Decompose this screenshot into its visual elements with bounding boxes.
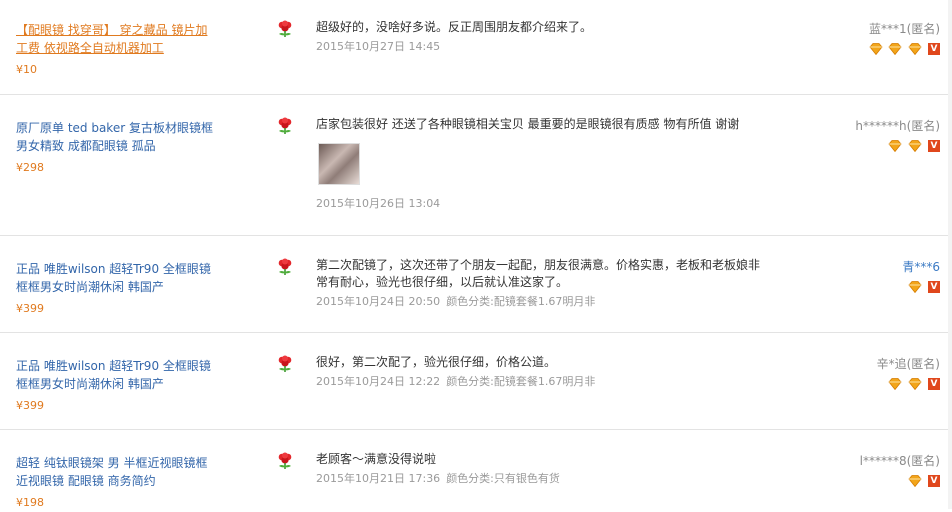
reviewer-name[interactable]: 青***6	[902, 258, 940, 275]
v-badge-icon: V	[928, 378, 940, 390]
review-meta: 2015年10月26日 13:04	[316, 195, 776, 212]
review-row: 【配眼镜 找穿哥】 穿之藏品 镜片加工费 依视路全自动机器加工 ¥10 超级好的…	[0, 0, 952, 95]
product-price: ¥298	[16, 161, 44, 174]
product-title-link[interactable]: 原厂原单 ted baker 复古板材眼镜框男女精致 成都配眼镜 孤品	[16, 121, 213, 153]
reviewer: 青***6 V	[902, 258, 940, 295]
v-badge-icon: V	[928, 281, 940, 293]
review-date: 2015年10月24日 12:22	[316, 375, 441, 388]
review-row: 超轻 纯钛眼镜架 男 半框近视眼镜框近视眼镜 配眼镜 商务简约 ¥198 老顾客…	[0, 430, 952, 509]
review-body: 老顾客～满意没得说啦 2015年10月21日 17:36 颜色分类:只有银色有货	[316, 451, 776, 487]
review-text: 店家包装很好 还送了各种眼镜相关宝贝 最重要的是眼镜很有质感 物有所值 谢谢	[316, 117, 740, 131]
product-info: 正品 唯胜wilson 超轻Tr90 全框眼镜框框男女时尚潮休闲 韩国产 ¥39…	[16, 260, 216, 318]
diamond-gem-icon	[908, 140, 922, 152]
product-price: ¥399	[16, 302, 44, 315]
diamond-gem-icon	[908, 378, 922, 390]
reviewer-badges: V	[860, 475, 940, 489]
reviewer: l******8(匿名) V	[860, 452, 940, 489]
reviewer: 蓝***1(匿名) V	[867, 20, 940, 57]
product-price: ¥198	[16, 496, 44, 509]
review-row: 正品 唯胜wilson 超轻Tr90 全框眼镜框框男女时尚潮休闲 韩国产 ¥39…	[0, 333, 952, 430]
review-photo-thumbnail[interactable]	[318, 143, 360, 185]
diamond-gem-icon	[888, 43, 902, 55]
product-title-link[interactable]: 正品 唯胜wilson 超轻Tr90 全框眼镜框框男女时尚潮休闲 韩国产	[16, 262, 211, 294]
red-flower-icon	[278, 355, 292, 372]
diamond-gem-icon	[888, 140, 902, 152]
reviewer-badges: V	[855, 140, 940, 154]
red-flower-icon	[278, 452, 292, 469]
reviewer-badges: V	[867, 43, 940, 57]
review-row: 正品 唯胜wilson 超轻Tr90 全框眼镜框框男女时尚潮休闲 韩国产 ¥39…	[0, 236, 952, 333]
product-price: ¥10	[16, 63, 37, 76]
reviewer-name[interactable]: 蓝***1(匿名)	[867, 20, 940, 37]
review-meta: 2015年10月24日 12:22 颜色分类:配镜套餐1.67明月非	[316, 373, 776, 390]
product-info: 原厂原单 ted baker 复古板材眼镜框男女精致 成都配眼镜 孤品 ¥298	[16, 119, 216, 177]
reviewer-badges: V	[877, 378, 940, 392]
review-date: 2015年10月24日 20:50	[316, 295, 441, 308]
review-body: 第二次配镜了，这次还带了个朋友一起配，朋友很满意。价格实惠，老板和老板娘非常有耐…	[316, 257, 766, 310]
review-sku: 颜色分类:只有银色有货	[446, 472, 560, 485]
diamond-gem-icon	[908, 281, 922, 293]
review-text: 超级好的，没啥好多说。反正周围朋友都介绍来了。	[316, 20, 593, 34]
product-price: ¥399	[16, 399, 44, 412]
v-badge-icon: V	[928, 43, 940, 55]
red-flower-icon	[278, 258, 292, 275]
reviewer-name[interactable]: 辛*追(匿名)	[877, 355, 940, 372]
reviewer-name[interactable]: h******h(匿名)	[855, 117, 940, 134]
reviewer-name[interactable]: l******8(匿名)	[860, 452, 940, 469]
review-date: 2015年10月27日 14:45	[316, 40, 441, 53]
review-date: 2015年10月21日 17:36	[316, 472, 441, 485]
product-title-link[interactable]: 【配眼镜 找穿哥】 穿之藏品 镜片加工费 依视路全自动机器加工	[16, 23, 207, 55]
reviewer: 辛*追(匿名) V	[877, 355, 940, 392]
scrollbar[interactable]	[948, 0, 952, 509]
red-flower-icon	[278, 117, 292, 134]
red-flower-icon	[278, 20, 292, 37]
review-meta: 2015年10月21日 17:36 颜色分类:只有银色有货	[316, 470, 776, 487]
review-sku: 颜色分类:配镜套餐1.67明月非	[446, 295, 596, 308]
reviewer-badges: V	[902, 281, 940, 295]
reviewer: h******h(匿名) V	[855, 117, 940, 154]
v-badge-icon: V	[928, 475, 940, 487]
review-row: 原厂原单 ted baker 复古板材眼镜框男女精致 成都配眼镜 孤品 ¥298…	[0, 95, 952, 236]
review-list: 【配眼镜 找穿哥】 穿之藏品 镜片加工费 依视路全自动机器加工 ¥10 超级好的…	[0, 0, 952, 509]
review-meta: 2015年10月27日 14:45	[316, 38, 776, 55]
diamond-gem-icon	[908, 43, 922, 55]
review-sku: 颜色分类:配镜套餐1.67明月非	[446, 375, 596, 388]
review-body: 店家包装很好 还送了各种眼镜相关宝贝 最重要的是眼镜很有质感 物有所值 谢谢 2…	[316, 116, 776, 212]
diamond-gem-icon	[908, 475, 922, 487]
product-title-link[interactable]: 超轻 纯钛眼镜架 男 半框近视眼镜框近视眼镜 配眼镜 商务简约	[16, 456, 207, 488]
review-body: 很好，第二次配了，验光很仔细，价格公道。 2015年10月24日 12:22 颜色…	[316, 354, 776, 390]
product-info: 超轻 纯钛眼镜架 男 半框近视眼镜框近视眼镜 配眼镜 商务简约 ¥198	[16, 454, 216, 512]
diamond-gem-icon	[868, 43, 883, 55]
product-info: 正品 唯胜wilson 超轻Tr90 全框眼镜框框男女时尚潮休闲 韩国产 ¥39…	[16, 357, 216, 415]
review-text: 第二次配镜了，这次还带了个朋友一起配，朋友很满意。价格实惠，老板和老板娘非常有耐…	[316, 258, 761, 289]
product-info: 【配眼镜 找穿哥】 穿之藏品 镜片加工费 依视路全自动机器加工 ¥10	[16, 21, 216, 79]
review-body: 超级好的，没啥好多说。反正周围朋友都介绍来了。 2015年10月27日 14:4…	[316, 19, 776, 55]
v-badge-icon: V	[928, 140, 940, 152]
review-meta: 2015年10月24日 20:50 颜色分类:配镜套餐1.67明月非	[316, 293, 766, 310]
product-title-link[interactable]: 正品 唯胜wilson 超轻Tr90 全框眼镜框框男女时尚潮休闲 韩国产	[16, 359, 211, 391]
review-text: 老顾客～满意没得说啦	[316, 452, 437, 466]
review-date: 2015年10月26日 13:04	[316, 197, 441, 210]
review-text: 很好，第二次配了，验光很仔细，价格公道。	[316, 355, 557, 369]
diamond-gem-icon	[888, 378, 902, 390]
